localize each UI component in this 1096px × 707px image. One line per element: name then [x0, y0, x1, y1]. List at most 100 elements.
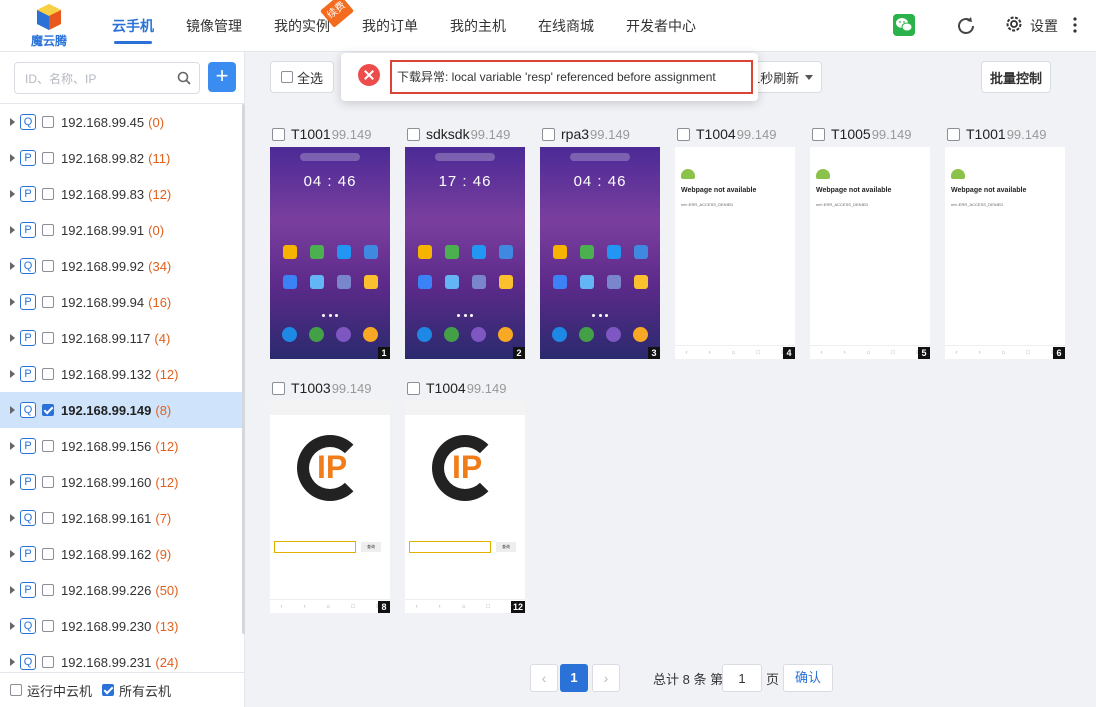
running-checkbox[interactable]: [10, 684, 22, 696]
card-checkbox[interactable]: [677, 127, 690, 141]
forward-icon[interactable]: ›: [844, 350, 846, 356]
host-checkbox[interactable]: [42, 548, 54, 560]
app-icon[interactable]: [357, 275, 384, 305]
tabs-icon[interactable]: □: [891, 350, 895, 356]
phone-card[interactable]: T1001 99.149 Webpage not available net::ERR…: [945, 121, 1065, 359]
phone-screen[interactable]: IP查询‹›⌂□≡12: [405, 401, 525, 613]
forward-icon[interactable]: ›: [439, 604, 441, 610]
host-checkbox[interactable]: [42, 476, 54, 488]
app-icon[interactable]: [573, 245, 600, 275]
phone-card[interactable]: T1004 99.149 Webpage not available net::ERR…: [675, 121, 795, 359]
app-icon[interactable]: [627, 275, 654, 305]
expand-caret-icon[interactable]: [10, 622, 15, 630]
host-row[interactable]: P 192.168.99.162 (9): [0, 536, 242, 572]
app-icon[interactable]: [330, 245, 357, 275]
dock-app-icon[interactable]: [438, 327, 465, 357]
app-icon[interactable]: [411, 245, 438, 275]
dock-app-icon[interactable]: [411, 327, 438, 357]
expand-caret-icon[interactable]: [10, 442, 15, 450]
host-row[interactable]: Q 192.168.99.149 (8): [0, 392, 242, 428]
back-icon[interactable]: ‹: [416, 604, 418, 610]
confirm-jump-button[interactable]: 确认: [783, 664, 833, 692]
phone-card[interactable]: T1005 99.149 Webpage not available net::ERR…: [810, 121, 930, 359]
card-checkbox[interactable]: [812, 127, 825, 141]
host-checkbox[interactable]: [42, 332, 54, 344]
card-checkbox[interactable]: [542, 127, 555, 141]
app-icon[interactable]: [276, 245, 303, 275]
app-icon[interactable]: [627, 245, 654, 275]
host-checkbox[interactable]: [42, 440, 54, 452]
dock-app-icon[interactable]: [573, 327, 600, 357]
host-row[interactable]: P 192.168.99.83 (12): [0, 176, 242, 212]
back-icon[interactable]: ‹: [956, 350, 958, 356]
expand-caret-icon[interactable]: [10, 118, 15, 126]
expand-caret-icon[interactable]: [10, 298, 15, 306]
phone-screen[interactable]: Webpage not available net::ERR_ACCESS_DEN…: [945, 147, 1065, 359]
host-row[interactable]: Q 192.168.99.92 (34): [0, 248, 242, 284]
host-row[interactable]: P 192.168.99.91 (0): [0, 212, 242, 248]
home-icon[interactable]: ⌂: [1002, 350, 1006, 356]
card-checkbox[interactable]: [272, 381, 285, 395]
tabs-icon[interactable]: □: [351, 604, 355, 610]
app-icon[interactable]: [303, 245, 330, 275]
app-logo[interactable]: 魔云腾: [28, 4, 70, 48]
app-icon[interactable]: [600, 275, 627, 305]
all-checkbox[interactable]: [102, 684, 115, 696]
host-checkbox[interactable]: [42, 656, 54, 668]
host-checkbox[interactable]: [42, 260, 54, 272]
app-icon[interactable]: [357, 245, 384, 275]
more-vertical-icon[interactable]: [1072, 16, 1078, 34]
nav-online-store[interactable]: 在线商城: [522, 0, 610, 52]
host-row[interactable]: P 192.168.99.94 (16): [0, 284, 242, 320]
home-icon[interactable]: ⌂: [462, 604, 466, 610]
sidebar-scrollbar[interactable]: [242, 104, 245, 634]
ip-query-input[interactable]: [274, 541, 356, 553]
app-icon[interactable]: [465, 275, 492, 305]
expand-caret-icon[interactable]: [10, 550, 15, 558]
dock-app-icon[interactable]: [330, 327, 357, 357]
nav-cloud-phone[interactable]: 云手机: [96, 0, 170, 52]
app-icon[interactable]: [492, 275, 519, 305]
ip-query-button[interactable]: 查询: [361, 542, 381, 552]
batch-control-button[interactable]: 批量控制: [981, 61, 1051, 93]
app-icon[interactable]: [411, 275, 438, 305]
expand-caret-icon[interactable]: [10, 154, 15, 162]
app-icon[interactable]: [600, 245, 627, 275]
phone-screen[interactable]: Webpage not available net::ERR_ACCESS_DEN…: [810, 147, 930, 359]
phone-card[interactable]: T1001 99.149 04 : 46 1: [270, 121, 390, 359]
search-icon[interactable]: [177, 71, 191, 85]
app-icon[interactable]: [492, 245, 519, 275]
expand-caret-icon[interactable]: [10, 586, 15, 594]
host-checkbox[interactable]: [42, 116, 54, 128]
app-icon[interactable]: [438, 275, 465, 305]
nav-my-orders[interactable]: 我的订单: [346, 0, 434, 52]
page-jump-input[interactable]: [722, 664, 762, 692]
host-row[interactable]: Q 192.168.99.230 (13): [0, 608, 242, 644]
current-page[interactable]: 1: [560, 664, 588, 692]
forward-icon[interactable]: ›: [304, 604, 306, 610]
prev-page-button[interactable]: ‹: [530, 664, 558, 692]
nav-my-instances[interactable]: 我的实例 续费: [258, 0, 355, 52]
card-checkbox[interactable]: [272, 127, 285, 141]
host-row[interactable]: P 192.168.99.160 (12): [0, 464, 242, 500]
host-checkbox[interactable]: [42, 404, 54, 416]
expand-caret-icon[interactable]: [10, 370, 15, 378]
dock-app-icon[interactable]: [303, 327, 330, 357]
host-checkbox[interactable]: [42, 512, 54, 524]
home-icon[interactable]: ⌂: [327, 604, 331, 610]
expand-caret-icon[interactable]: [10, 262, 15, 270]
home-icon[interactable]: ⌂: [867, 350, 871, 356]
expand-caret-icon[interactable]: [10, 334, 15, 342]
gear-icon[interactable]: [1004, 14, 1024, 34]
select-all-button[interactable]: 全选: [270, 61, 334, 93]
forward-icon[interactable]: ›: [709, 350, 711, 356]
refresh-icon[interactable]: [954, 14, 978, 38]
app-icon[interactable]: [303, 275, 330, 305]
expand-caret-icon[interactable]: [10, 190, 15, 198]
wechat-icon[interactable]: [893, 14, 915, 36]
dock-app-icon[interactable]: [546, 327, 573, 357]
host-checkbox[interactable]: [42, 584, 54, 596]
host-row[interactable]: P 192.168.99.82 (11): [0, 140, 242, 176]
back-icon[interactable]: ‹: [686, 350, 688, 356]
app-icon[interactable]: [546, 245, 573, 275]
